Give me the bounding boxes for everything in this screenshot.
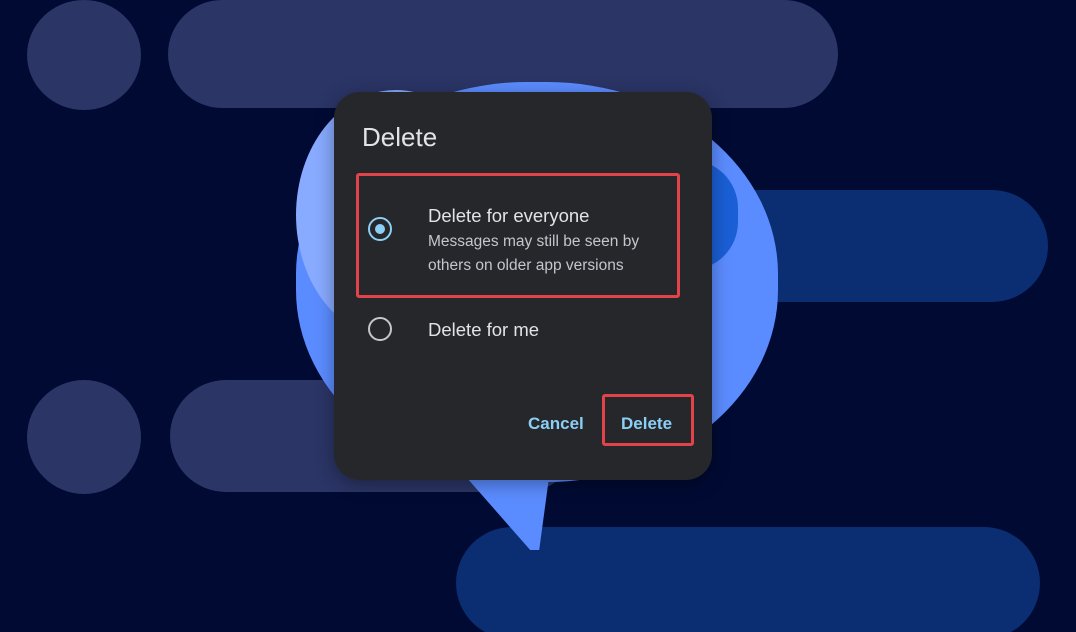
option-label: Delete for me (428, 319, 540, 340)
radio-selected-icon[interactable] (368, 217, 392, 241)
dialog-title: Delete (362, 122, 438, 152)
cancel-button[interactable]: Cancel (528, 414, 584, 434)
background-circle (27, 0, 141, 110)
delete-button-container: Delete (602, 394, 694, 446)
screen: Delete Delete for everyone Messages may … (0, 0, 1076, 632)
background-circle (27, 380, 141, 494)
background-pill (456, 527, 1040, 632)
option-description: Messages may still be seen by others on … (428, 233, 640, 274)
radio-unselected-icon[interactable] (368, 317, 392, 341)
delete-dialog: Delete Delete for everyone Messages may … (334, 92, 712, 480)
option-label: Delete for everyone (428, 205, 590, 226)
option-delete-for-me[interactable]: Delete for me (358, 306, 678, 352)
delete-button[interactable]: Delete (621, 414, 672, 434)
option-delete-for-everyone[interactable]: Delete for everyone Messages may still b… (356, 173, 680, 298)
